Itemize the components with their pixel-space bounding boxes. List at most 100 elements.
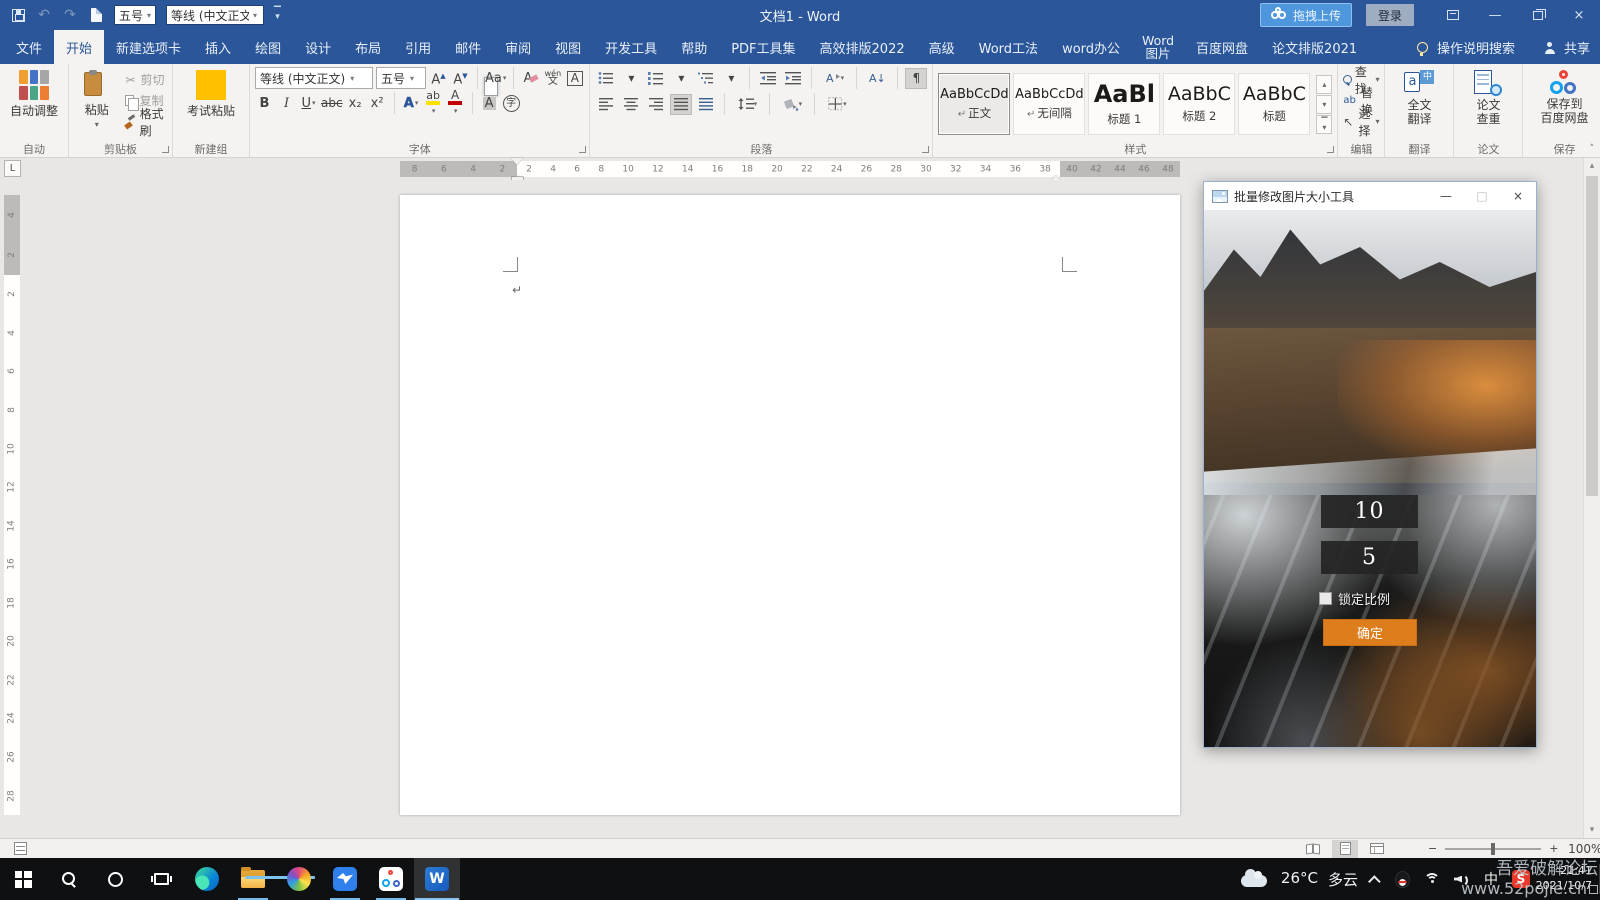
underline-button[interactable]: U▾ [299, 93, 318, 114]
scrollbar-thumb[interactable] [1586, 176, 1598, 496]
exam-paste-button[interactable]: 考试粘贴 [178, 67, 244, 140]
tab-typeset-2022[interactable]: 高效排版2022 [808, 30, 917, 64]
paragraph-dialog-launcher-icon[interactable] [922, 146, 929, 153]
text-effects-button[interactable]: A▾ [402, 93, 421, 114]
web-layout-button[interactable] [1364, 840, 1390, 858]
borders-button[interactable]: ▾ [822, 94, 852, 115]
tab-pdf-tools[interactable]: PDF工具集 [719, 30, 807, 64]
task-view-button[interactable] [138, 858, 184, 900]
sort-button[interactable]: A↓ [864, 68, 890, 89]
style-normal[interactable]: AaBbCcDd ↵正文 [938, 73, 1010, 135]
share-button[interactable]: 共享 [1564, 38, 1590, 57]
collapse-ribbon-icon[interactable]: ˄ [1590, 144, 1595, 154]
distribute-button[interactable] [695, 94, 717, 115]
increase-indent-button[interactable] [782, 68, 804, 89]
qq-tray-icon[interactable] [1395, 871, 1410, 888]
undo-icon[interactable]: ↶ [36, 7, 52, 23]
close-button[interactable]: × [1558, 0, 1600, 30]
taskbar-search-button[interactable] [46, 858, 92, 900]
save-to-netdisk-button[interactable]: 保存到百度网盘 [1528, 67, 1600, 140]
cut-button[interactable]: ✂剪切 [125, 71, 167, 88]
weather-temp[interactable]: 26°C [1281, 869, 1318, 890]
highlight-color-button[interactable]: ab▾ [424, 93, 443, 114]
read-mode-button[interactable] [1300, 840, 1326, 858]
word-taskbar-button[interactable]: W [414, 858, 460, 900]
justify-button[interactable] [670, 94, 692, 115]
file-explorer-button[interactable] [230, 858, 276, 900]
ribbon-display-options-button[interactable] [1432, 0, 1474, 30]
tab-file[interactable]: 文件 [4, 30, 54, 64]
align-center-button[interactable] [620, 94, 642, 115]
status-left-icon[interactable] [14, 842, 27, 855]
tab-layout[interactable]: 布局 [343, 30, 393, 64]
qat-font-name-combo[interactable]: 等线 (中文正文▾ [166, 5, 264, 25]
restore-button[interactable] [1516, 0, 1558, 30]
tell-me-search[interactable]: 操作说明搜索 [1437, 38, 1515, 57]
login-button[interactable]: 登录 [1366, 4, 1414, 26]
font-size-combo[interactable]: 五号▾ [376, 67, 426, 89]
zoom-out-button[interactable]: − [1428, 842, 1437, 855]
style-title[interactable]: AaBbC 标题 [1238, 73, 1310, 135]
ok-button[interactable]: 确定 [1323, 619, 1417, 646]
clear-formatting-button[interactable]: A [521, 68, 540, 89]
italic-button[interactable]: I [277, 93, 296, 114]
align-right-button[interactable] [645, 94, 667, 115]
taskbar-clock[interactable]: 21:412021/10/7 [1536, 863, 1592, 893]
scroll-up-icon[interactable]: ▴ [1584, 158, 1600, 174]
tab-new-custom[interactable]: 新建选项卡 [104, 30, 193, 64]
volume-icon[interactable] [1454, 873, 1470, 886]
start-button[interactable] [0, 858, 46, 900]
tab-draw[interactable]: 绘图 [243, 30, 293, 64]
numbering-button[interactable] [645, 68, 667, 89]
font-name-combo[interactable]: 等线 (中文正文)▾ [255, 67, 373, 89]
styles-scroll-up-button[interactable]: ▴ [1316, 75, 1332, 94]
cortana-button[interactable] [92, 858, 138, 900]
tab-stop-selector[interactable]: L [4, 160, 21, 177]
bullets-button[interactable] [595, 68, 617, 89]
wifi-icon[interactable] [1424, 873, 1440, 885]
zoom-slider-thumb[interactable] [1491, 843, 1495, 855]
tab-view[interactable]: 视图 [543, 30, 593, 64]
dialog-titlebar[interactable]: 批量修改图片大小工具 — □ × [1204, 182, 1536, 210]
character-shading-button[interactable]: A [480, 93, 499, 114]
width-input[interactable]: 10 [1321, 495, 1418, 528]
pinwheel-app-button[interactable] [276, 858, 322, 900]
tab-word-gongfa[interactable]: Word工法 [967, 30, 1050, 64]
superscript-button[interactable]: x² [368, 93, 387, 114]
auto-adjust-button[interactable]: 自动调整 [5, 67, 63, 140]
tab-developer[interactable]: 开发工具 [593, 30, 669, 64]
tab-advanced[interactable]: 高级 [917, 30, 967, 64]
tab-mailings[interactable]: 邮件 [443, 30, 493, 64]
weather-cloud-icon[interactable] [1241, 875, 1267, 887]
grow-font-button[interactable]: A▲ [429, 68, 448, 89]
redo-icon[interactable]: ↷ [62, 7, 78, 23]
shading-button[interactable]: ▾ [777, 94, 807, 115]
baidu-netdisk-button[interactable] [368, 858, 414, 900]
netdisk-upload-button[interactable]: 拖拽上传 [1260, 3, 1352, 27]
pinyin-guide-button[interactable]: wén文 [543, 68, 562, 89]
multilevel-list-button[interactable] [695, 68, 717, 89]
dialog-close-button[interactable]: × [1500, 182, 1536, 210]
strikethrough-button[interactable]: abc [321, 93, 343, 114]
tab-insert[interactable]: 插入 [193, 30, 243, 64]
styles-gallery-more-button[interactable]: ▔▾ [1316, 115, 1332, 134]
edge-button[interactable] [184, 858, 230, 900]
style-heading1[interactable]: AaBl 标题 1 [1088, 73, 1160, 135]
line-spacing-button[interactable]: ▾ [732, 94, 762, 115]
full-text-translate-button[interactable]: a中 全文翻译 [1390, 67, 1448, 140]
thunder-button[interactable] [322, 858, 368, 900]
paper-check-button[interactable]: 论文查重 [1459, 67, 1517, 140]
character-border-button[interactable]: A [565, 68, 584, 89]
qat-font-size-combo[interactable]: 五号▾ [114, 5, 156, 25]
format-painter-button[interactable]: 格式刷 [125, 113, 167, 130]
enclose-characters-button[interactable]: 字 [502, 93, 521, 114]
zoom-in-button[interactable]: + [1549, 842, 1558, 855]
minimize-button[interactable]: — [1474, 0, 1516, 30]
tab-review[interactable]: 审阅 [493, 30, 543, 64]
document-page[interactable]: ↵ [400, 195, 1180, 815]
hidden-icons-chevron-icon[interactable] [1368, 875, 1381, 888]
sogou-tray-icon[interactable]: S [1512, 870, 1530, 888]
new-document-icon[interactable] [88, 7, 104, 23]
tab-home[interactable]: 开始 [54, 30, 104, 64]
select-button[interactable]: ↖选择▾ [1343, 113, 1379, 130]
